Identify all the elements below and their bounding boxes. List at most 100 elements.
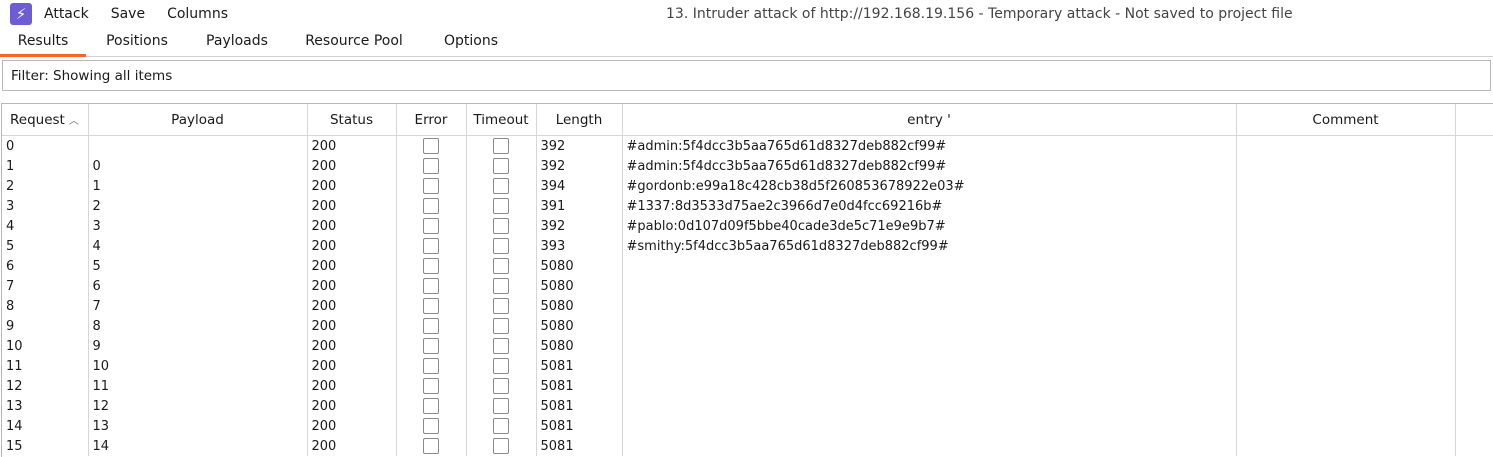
cell-comment — [1236, 436, 1456, 456]
table-row[interactable]: 11 10 200 5081 — [2, 356, 1493, 376]
cell-status: 200 — [307, 436, 397, 456]
cell-payload: 13 — [88, 416, 308, 436]
cell-request: 9 — [2, 316, 89, 336]
column-header-entry[interactable]: entry ' — [622, 104, 1237, 136]
cell-entry — [622, 376, 1237, 396]
cell-error — [396, 196, 467, 216]
table-row[interactable]: 8 7 200 5080 — [2, 296, 1493, 316]
menu-save[interactable]: Save — [111, 6, 145, 22]
tab-bar: Results Positions Payloads Resource Pool… — [0, 28, 1493, 57]
timeout-checkbox — [493, 298, 509, 314]
cell-payload: 7 — [88, 296, 308, 316]
cell-filler — [1455, 256, 1493, 276]
cell-timeout — [466, 316, 537, 336]
cell-comment — [1236, 336, 1456, 356]
cell-length: 5081 — [536, 436, 623, 456]
column-header-length[interactable]: Length — [536, 104, 623, 136]
timeout-checkbox — [493, 438, 509, 454]
cell-payload: 1 — [88, 176, 308, 196]
column-header-error[interactable]: Error — [396, 104, 467, 136]
table-row[interactable]: 12 11 200 5081 — [2, 376, 1493, 396]
column-header-timeout[interactable]: Timeout — [466, 104, 537, 136]
column-header-status[interactable]: Status — [307, 104, 397, 136]
column-header-payload[interactable]: Payload — [88, 104, 308, 136]
cell-length: 392 — [536, 156, 623, 176]
cell-timeout — [466, 416, 537, 436]
cell-timeout — [466, 216, 537, 236]
cell-payload: 2 — [88, 196, 308, 216]
cell-filler — [1455, 396, 1493, 416]
cell-payload: 3 — [88, 216, 308, 236]
cell-error — [396, 156, 467, 176]
cell-entry — [622, 416, 1237, 436]
menu-columns[interactable]: Columns — [167, 6, 228, 22]
cell-timeout — [466, 376, 537, 396]
cell-filler — [1455, 276, 1493, 296]
table-row[interactable]: 15 14 200 5081 — [2, 436, 1493, 456]
table-row[interactable]: 7 6 200 5080 — [2, 276, 1493, 296]
table-row[interactable]: 9 8 200 5080 — [2, 316, 1493, 336]
timeout-checkbox — [493, 398, 509, 414]
cell-filler — [1455, 216, 1493, 236]
cell-error — [396, 236, 467, 256]
table-row[interactable]: 0 200 392 #admin:5f4dcc3b5aa765d61d8327deb8… — [2, 135, 1493, 156]
tab-positions[interactable]: Positions — [96, 28, 178, 54]
cell-error — [396, 176, 467, 196]
cell-filler — [1455, 156, 1493, 176]
table-row[interactable]: 10 9 200 5080 — [2, 336, 1493, 356]
error-checkbox — [423, 158, 439, 174]
cell-timeout — [466, 276, 537, 296]
column-header-comment[interactable]: Comment — [1236, 104, 1456, 136]
cell-entry: #pablo:0d107d09f5bbe40cade3de5c71e9e9b7# — [622, 216, 1237, 236]
cell-comment — [1236, 156, 1456, 176]
cell-filler — [1455, 436, 1493, 456]
tab-resource-pool[interactable]: Resource Pool — [296, 28, 412, 54]
table-row[interactable]: 13 12 200 5081 — [2, 396, 1493, 416]
cell-error — [396, 336, 467, 356]
cell-length: 5081 — [536, 396, 623, 416]
cell-comment — [1236, 176, 1456, 196]
error-checkbox — [423, 358, 439, 374]
table-row[interactable]: 4 3 200 392 #pablo:0d107d09f5bbe40cade3de5c7… — [2, 216, 1493, 236]
filter-bar[interactable]: Filter: Showing all items — [2, 60, 1491, 91]
cell-request: 1 — [2, 156, 89, 176]
cell-payload: 5 — [88, 256, 308, 276]
error-checkbox — [423, 138, 439, 154]
cell-request: 8 — [2, 296, 89, 316]
window-title: 13. Intruder attack of http://192.168.19… — [666, 6, 1293, 22]
tab-results[interactable]: Results — [0, 28, 86, 57]
error-checkbox — [423, 378, 439, 394]
table-row[interactable]: 6 5 200 5080 — [2, 256, 1493, 276]
cell-error — [396, 276, 467, 296]
cell-error — [396, 296, 467, 316]
tab-options[interactable]: Options — [432, 28, 510, 54]
cell-length: 394 — [536, 176, 623, 196]
menu-attack[interactable]: Attack — [44, 6, 89, 22]
cell-request: 2 — [2, 176, 89, 196]
cell-request: 5 — [2, 236, 89, 256]
cell-timeout — [466, 296, 537, 316]
cell-request: 12 — [2, 376, 89, 396]
error-checkbox — [423, 318, 439, 334]
cell-filler — [1455, 176, 1493, 196]
cell-length: 5080 — [536, 296, 623, 316]
tab-payloads[interactable]: Payloads — [196, 28, 278, 54]
table-row[interactable]: 14 13 200 5081 — [2, 416, 1493, 436]
cell-filler — [1455, 376, 1493, 396]
table-row[interactable]: 3 2 200 391 #1337:8d3533d75ae2c3966d7e0d4fcc… — [2, 196, 1493, 216]
table-row[interactable]: 1 0 200 392 #admin:5f4dcc3b5aa765d61d8327deb… — [2, 156, 1493, 176]
cell-length: 5080 — [536, 336, 623, 356]
cell-entry — [622, 276, 1237, 296]
column-header-request[interactable]: Request ︿ — [2, 104, 89, 136]
table-row[interactable]: 2 1 200 394 #gordonb:e99a18c428cb38d5f260853… — [2, 176, 1493, 196]
cell-comment — [1236, 356, 1456, 376]
sort-ascending-icon: ︿ — [68, 115, 79, 127]
table-row[interactable]: 5 4 200 393 #smithy:5f4dcc3b5aa765d61d8327de… — [2, 236, 1493, 256]
timeout-checkbox — [493, 318, 509, 334]
error-checkbox — [423, 278, 439, 294]
cell-status: 200 — [307, 276, 397, 296]
cell-status: 200 — [307, 336, 397, 356]
cell-comment — [1236, 276, 1456, 296]
cell-error — [396, 356, 467, 376]
cell-comment — [1236, 396, 1456, 416]
